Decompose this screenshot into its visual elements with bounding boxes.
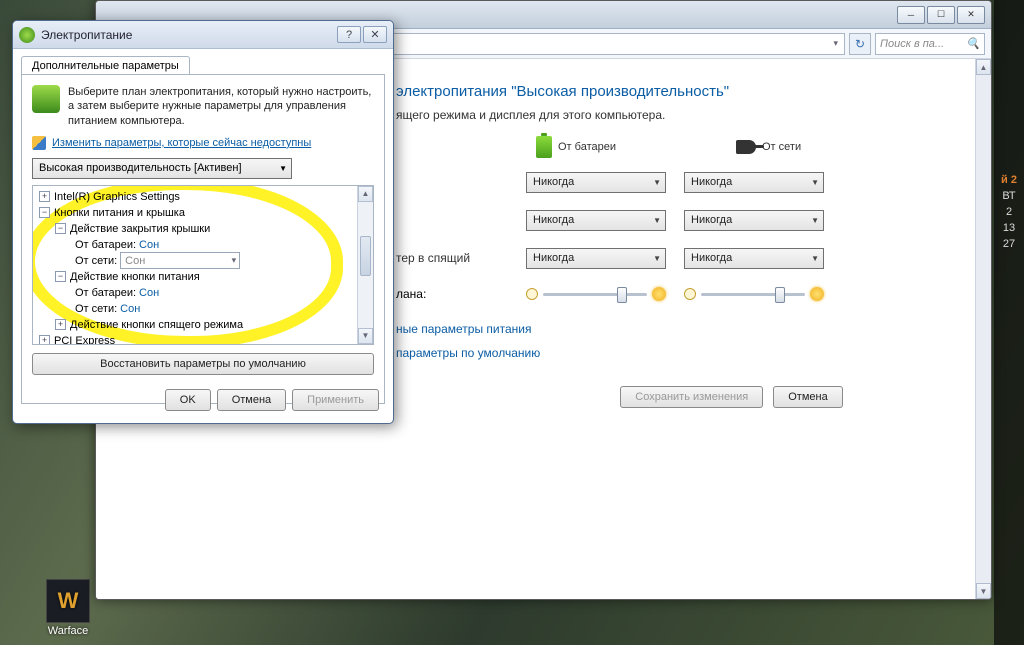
overlay-header: й 2 xyxy=(994,174,1024,186)
tab-advanced[interactable]: Дополнительные параметры xyxy=(21,56,190,75)
column-headers: От батареи От сети xyxy=(536,136,947,158)
window-scrollbar[interactable]: ▲ ▼ xyxy=(975,59,991,599)
value-combo[interactable]: Сон xyxy=(120,252,240,269)
overlay-num: 2 xyxy=(994,206,1024,218)
sun-dim-icon xyxy=(526,288,538,300)
slider-thumb[interactable] xyxy=(775,287,785,303)
sun-dim-icon xyxy=(684,288,696,300)
power-icon xyxy=(19,27,35,43)
scroll-up[interactable]: ▲ xyxy=(976,59,991,75)
search-placeholder: Поиск в па... xyxy=(880,38,944,50)
dropdown-plug[interactable]: Никогда xyxy=(684,210,824,231)
collapse-icon[interactable]: − xyxy=(55,223,66,234)
battery-large-icon xyxy=(32,85,60,113)
dropdown-plug[interactable]: Никогда xyxy=(684,248,824,269)
scroll-down[interactable]: ▼ xyxy=(358,328,373,344)
dialog-titlebar[interactable]: Электропитание ? ✕ xyxy=(13,21,393,49)
tree-node[interactable]: +Действие кнопки спящего режима xyxy=(35,317,371,333)
tree-leaf[interactable]: От сети:Сон xyxy=(35,301,371,317)
plug-icon xyxy=(736,140,756,154)
tree-node[interactable]: −Действие кнопки питания xyxy=(35,269,371,285)
setting-label: тер в спящий xyxy=(396,251,526,265)
cancel-button[interactable]: Отмена xyxy=(773,386,842,408)
minimize-button[interactable]: ─ xyxy=(897,6,925,24)
maximize-button[interactable]: ☐ xyxy=(927,6,955,24)
desktop-icon-label: Warface xyxy=(38,625,98,637)
tree-leaf-active[interactable]: От сети:Сон xyxy=(35,253,371,269)
plan-dropdown[interactable]: Высокая производительность [Активен] xyxy=(32,158,292,179)
tree-leaf[interactable]: От батареи:Сон xyxy=(35,285,371,301)
scroll-thumb[interactable] xyxy=(360,236,371,276)
plug-col-label: От сети xyxy=(762,141,801,153)
battery-col-label: От батареи xyxy=(558,141,616,153)
ok-button[interactable]: OK xyxy=(165,389,211,411)
sun-bright-icon xyxy=(810,287,824,301)
save-button[interactable]: Сохранить изменения xyxy=(620,386,763,408)
setting-label: лана: xyxy=(396,287,526,301)
page-subtitle: ящего режима и дисплея для этого компьют… xyxy=(396,108,947,122)
game-overlay-sidebar: й 2 ВТ 2 13 27 xyxy=(994,0,1024,645)
dropdown-battery[interactable]: Никогда xyxy=(526,248,666,269)
setting-row: Никогда Никогда xyxy=(396,208,947,232)
expand-icon[interactable]: + xyxy=(39,191,50,202)
refresh-button[interactable]: ↻ xyxy=(849,33,871,55)
setting-row-sleep: тер в спящий Никогда Никогда xyxy=(396,246,947,270)
tree-node[interactable]: −Действие закрытия крышки xyxy=(35,221,371,237)
admin-link-row: Изменить параметры, которые сейчас недос… xyxy=(32,136,374,150)
dialog-title: Электропитание xyxy=(41,28,335,42)
power-options-dialog: Электропитание ? ✕ Дополнительные параме… xyxy=(12,20,394,424)
dropdown-battery[interactable]: Никогда xyxy=(526,210,666,231)
restore-defaults-link[interactable]: параметры по умолчанию xyxy=(396,346,947,360)
brightness-slider-plug[interactable] xyxy=(684,284,824,304)
tree-scrollbar[interactable]: ▲ ▼ xyxy=(357,186,373,344)
tree-leaf[interactable]: От батареи:Сон xyxy=(35,237,371,253)
collapse-icon[interactable]: − xyxy=(39,207,50,218)
advanced-power-link[interactable]: ные параметры питания xyxy=(396,322,947,336)
admin-link[interactable]: Изменить параметры, которые сейчас недос… xyxy=(52,137,311,149)
tree-node[interactable]: −Кнопки питания и крышка xyxy=(35,205,371,221)
description-text: Выберите план электропитания, который ну… xyxy=(68,85,374,128)
shield-icon xyxy=(32,136,46,150)
tree-node[interactable]: +PCI Express xyxy=(35,333,371,345)
search-input[interactable]: Поиск в па... 🔍 xyxy=(875,33,985,55)
expand-icon[interactable]: + xyxy=(39,335,50,345)
dialog-buttons: OK Отмена Применить xyxy=(165,389,379,411)
warface-icon: W xyxy=(46,579,90,623)
search-icon: 🔍 xyxy=(966,37,980,50)
restore-defaults-button[interactable]: Восстановить параметры по умолчанию xyxy=(32,353,374,375)
dialog-description: Выберите план электропитания, который ну… xyxy=(32,85,374,128)
close-button[interactable]: ✕ xyxy=(363,26,387,43)
tree-node[interactable]: +Intel(R) Graphics Settings xyxy=(35,189,371,205)
scroll-up[interactable]: ▲ xyxy=(358,186,373,202)
battery-icon xyxy=(536,136,552,158)
overlay-num: 13 xyxy=(994,222,1024,234)
collapse-icon[interactable]: − xyxy=(55,271,66,282)
dropdown-plug[interactable]: Никогда xyxy=(684,172,824,193)
scroll-down[interactable]: ▼ xyxy=(976,583,991,599)
cancel-button[interactable]: Отмена xyxy=(217,389,286,411)
brightness-row: лана: xyxy=(396,284,947,304)
dropdown-battery[interactable]: Никогда xyxy=(526,172,666,193)
apply-button[interactable]: Применить xyxy=(292,389,379,411)
overlay-day: ВТ xyxy=(994,190,1024,202)
sun-bright-icon xyxy=(652,287,666,301)
help-button[interactable]: ? xyxy=(337,26,361,43)
tab-strip: Дополнительные параметры xyxy=(13,49,393,74)
footer-buttons: Сохранить изменения Отмена xyxy=(516,386,947,408)
dialog-panel: Выберите план электропитания, который ну… xyxy=(21,74,385,404)
slider-thumb[interactable] xyxy=(617,287,627,303)
brightness-slider-battery[interactable] xyxy=(526,284,666,304)
expand-icon[interactable]: + xyxy=(55,319,66,330)
overlay-num: 27 xyxy=(994,238,1024,250)
settings-tree[interactable]: +Intel(R) Graphics Settings −Кнопки пита… xyxy=(32,185,374,345)
page-title: электропитания "Высокая производительнос… xyxy=(396,83,947,100)
setting-row: Никогда Никогда xyxy=(396,170,947,194)
close-button[interactable]: ✕ xyxy=(957,6,985,24)
desktop-icon-warface[interactable]: W Warface xyxy=(38,579,98,637)
